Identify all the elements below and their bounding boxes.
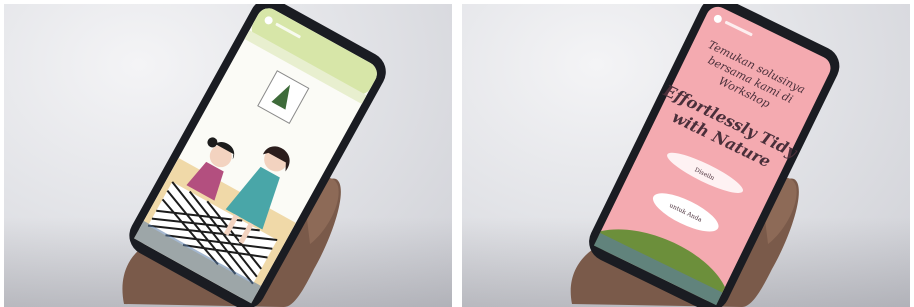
- phone: Temukan solusinya bersama kami di Worksh…: [589, 4, 840, 307]
- hand-holding-phone: [122, 4, 386, 307]
- photo-left: [4, 4, 452, 307]
- phone: [129, 4, 386, 307]
- photo-right: Temukan solusinya bersama kami di Worksh…: [462, 4, 910, 307]
- hand-holding-phone: Temukan solusinya bersama kami di Worksh…: [570, 4, 840, 307]
